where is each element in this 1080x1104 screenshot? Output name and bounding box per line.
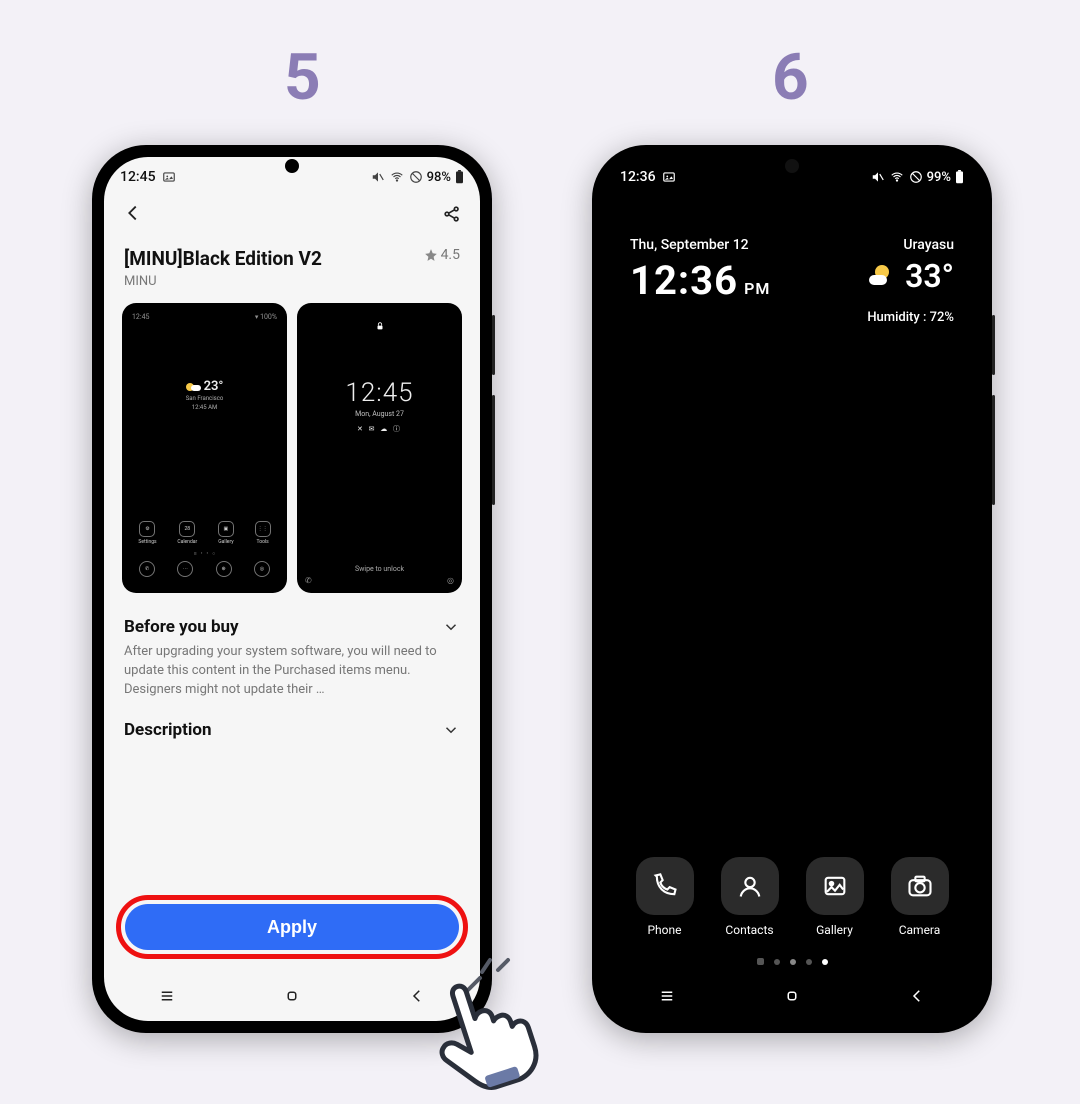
nav-home[interactable] (283, 987, 301, 1009)
image-icon (662, 170, 676, 184)
status-battery: 99% (927, 170, 951, 185)
star-icon (424, 248, 438, 262)
preview-lock-date: Mon, August 27 (355, 410, 404, 418)
status-time: 12:36 (620, 169, 656, 185)
theme-author: MINU (104, 274, 480, 289)
wifi-icon (889, 170, 905, 184)
apply-highlight: Apply (116, 895, 468, 959)
dock-gallery[interactable]: Gallery (806, 857, 864, 937)
nav-back[interactable] (908, 987, 926, 1009)
dock-camera[interactable]: Camera (891, 857, 949, 937)
home-screen: 12:36 99% Thu, September 12 Urayasu 12:3… (604, 157, 980, 1021)
preview-temp: 23° (204, 379, 224, 394)
theme-previews[interactable]: 12:45▾ 100% 23° San Francisco 12:45 AM ⚙… (104, 289, 480, 603)
nav-recents[interactable] (658, 987, 676, 1009)
image-icon (162, 170, 176, 184)
before-you-buy-header[interactable]: Before you buy (124, 617, 460, 637)
no-sim-icon (909, 170, 923, 184)
camera-icon (906, 872, 934, 900)
widget-city[interactable]: Urayasu (903, 237, 954, 253)
wifi-icon (389, 170, 405, 184)
mute-icon (871, 170, 885, 184)
dock-label: Contacts (725, 923, 773, 937)
widget-date[interactable]: Thu, September 12 (630, 237, 749, 253)
notif-icons: ✕ ✉ ☁ ⓘ (357, 424, 402, 434)
camera-hole (785, 159, 799, 173)
nav-recents[interactable] (158, 987, 176, 1009)
dock-phone[interactable]: Phone (636, 857, 694, 937)
chevron-down-icon (442, 721, 460, 739)
widget-temp[interactable]: 33° (873, 257, 954, 295)
dock-label: Gallery (816, 923, 853, 937)
preview-clock: 12:45 AM (186, 404, 224, 411)
gallery-icon (821, 872, 849, 900)
theme-rating: 4.5 (424, 247, 460, 263)
theme-store-screen: 12:45 98% [MINU]Black Edition V2 (104, 157, 480, 1021)
phone-icon (651, 872, 679, 900)
android-navbar (604, 975, 980, 1021)
dock-label: Phone (647, 923, 681, 937)
phone-frame-left: 12:45 98% [MINU]Black Edition V2 (92, 145, 492, 1033)
share-button[interactable] (442, 201, 462, 231)
no-sim-icon (409, 170, 423, 184)
apply-button[interactable]: Apply (125, 904, 459, 950)
step-label-5: 5 (284, 40, 321, 115)
page-indicator[interactable] (604, 958, 980, 965)
battery-icon (455, 170, 464, 184)
widget-humidity: Humidity : 72% (604, 304, 980, 325)
nav-home[interactable] (783, 987, 801, 1009)
mute-icon (371, 170, 385, 184)
dock-label: Camera (899, 923, 941, 937)
dock-contacts[interactable]: Contacts (721, 857, 779, 937)
status-time: 12:45 (120, 169, 156, 185)
preview-lock[interactable]: 12:45 Mon, August 27 ✕ ✉ ☁ ⓘ Swipe to un… (297, 303, 462, 593)
preview-city: San Francisco (186, 395, 224, 402)
back-button[interactable] (122, 201, 144, 231)
lock-icon (375, 321, 385, 334)
contacts-icon (736, 872, 764, 900)
chevron-down-icon (442, 618, 460, 636)
status-battery: 98% (427, 170, 451, 185)
phone-frame-right: 12:36 99% Thu, September 12 Urayasu 12:3… (592, 145, 992, 1033)
description-header[interactable]: Description (124, 720, 460, 740)
preview-home[interactable]: 12:45▾ 100% 23° San Francisco 12:45 AM ⚙… (122, 303, 287, 593)
app-dock: Phone Contacts Gallery Camera (604, 857, 980, 937)
before-you-buy-body: After upgrading your system software, yo… (124, 643, 460, 700)
step-label-6: 6 (772, 40, 809, 115)
battery-icon (955, 170, 964, 184)
theme-title: [MINU]Black Edition V2 (124, 247, 322, 270)
swipe-hint: Swipe to unlock (355, 565, 404, 573)
camera-hole (285, 159, 299, 173)
preview-lock-time: 12:45 (345, 378, 413, 408)
widget-time[interactable]: 12:36PM (630, 257, 770, 304)
